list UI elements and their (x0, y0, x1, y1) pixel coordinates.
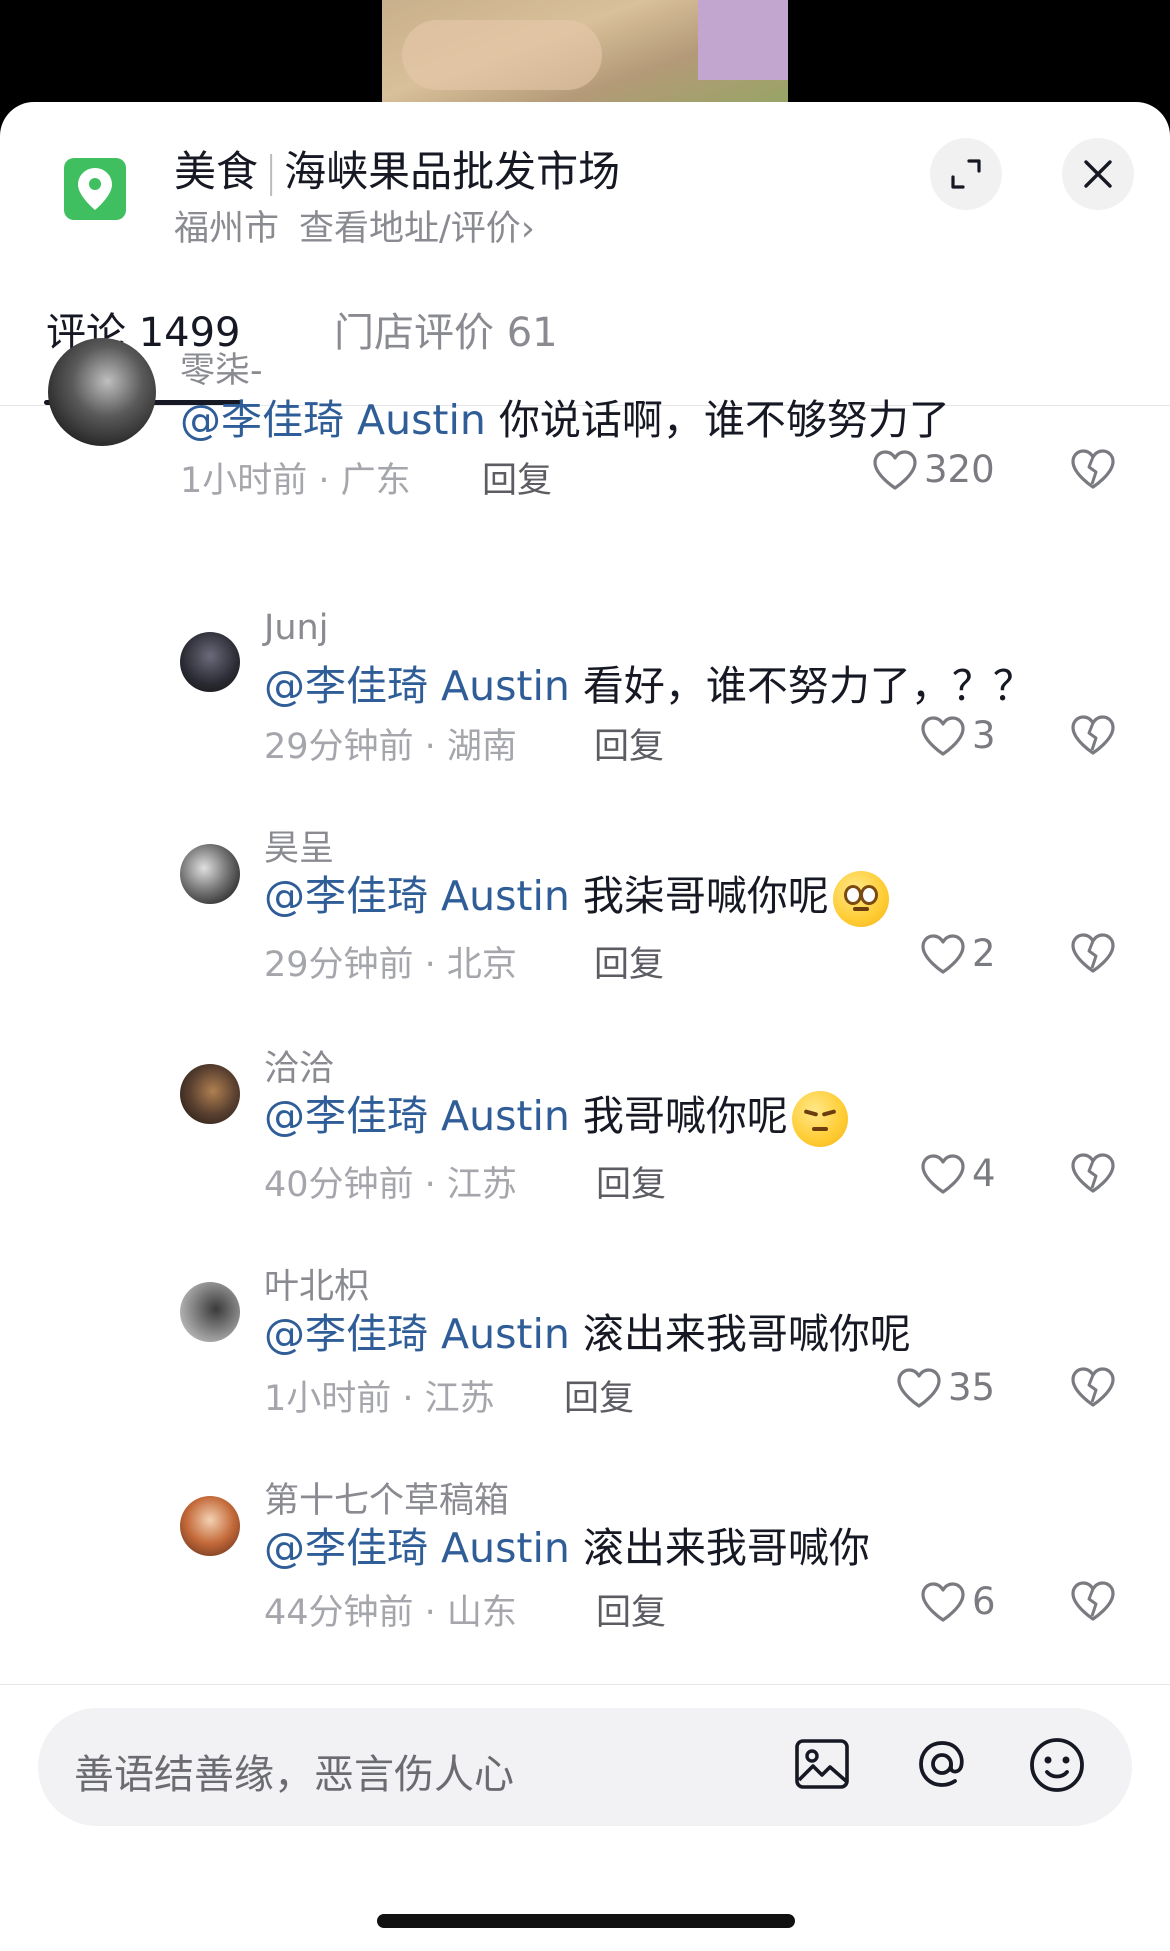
like-count: 35 (948, 1366, 996, 1409)
mention-link[interactable]: @李佳琦 Austin (264, 662, 570, 710)
tab-store-reviews[interactable]: 门店评价 61 (334, 300, 558, 358)
comment-body: 你说话啊，谁不够努力了 (485, 396, 950, 444)
reply-button[interactable]: 回复 (596, 1156, 666, 1207)
avatar[interactable] (180, 1064, 240, 1124)
avatar[interactable] (180, 844, 240, 904)
emoji-button[interactable] (1026, 1734, 1088, 1800)
close-icon (1084, 160, 1112, 188)
dislike-button[interactable] (1070, 932, 1116, 978)
dislike-button[interactable] (1070, 1366, 1116, 1412)
avatar[interactable] (180, 1496, 240, 1556)
heart-icon (921, 933, 965, 974)
title-separator: | (264, 147, 279, 196)
like-button[interactable]: 6 (920, 1580, 996, 1623)
like-count: 320 (924, 448, 995, 491)
happy-face-emoji (832, 871, 889, 927)
mention-button[interactable] (912, 1734, 972, 1798)
reply-button[interactable]: 回复 (594, 936, 664, 987)
dislike-button[interactable] (1070, 714, 1116, 760)
reply-button[interactable]: 回复 (596, 1584, 666, 1635)
dislike-button[interactable] (1070, 1580, 1116, 1626)
chevron-right-icon: › (520, 209, 535, 249)
avatar[interactable] (180, 1282, 240, 1342)
comment-input[interactable]: 善语结善缘，恶言伤人心 (38, 1708, 1132, 1826)
location-pin-icon[interactable] (64, 158, 126, 220)
comment-input-placeholder: 善语结善缘，恶言伤人心 (74, 1752, 514, 1798)
comment-text: @李佳琦 Austin 我哥喊你呢 (264, 1082, 848, 1147)
mention-link[interactable]: @李佳琦 Austin (264, 1092, 570, 1140)
expand-icon (951, 159, 981, 189)
like-button[interactable]: 3 (920, 714, 996, 757)
comment-text: @李佳琦 Austin 你说话啊，谁不够努力了 (180, 386, 950, 446)
like-count: 4 (972, 1152, 996, 1195)
like-button[interactable]: 2 (920, 932, 996, 975)
poi-subtitle[interactable]: 福州市 查看地址/评价› (174, 200, 535, 251)
mention-link[interactable]: @李佳琦 Austin (264, 1524, 570, 1572)
comments-sheet: 美食 | 海峡果品批发市场 福州市 查看地址/评价› 评论 1499 门店评价 61 … (0, 102, 1170, 1951)
reply-button[interactable]: 回复 (564, 1370, 634, 1421)
heart-icon (873, 449, 917, 490)
comment-body: 我哥喊你呢 (569, 1092, 788, 1140)
address-review-link[interactable]: 查看地址/评价 (299, 209, 521, 249)
poi-place-name: 海峡果品批发市场 (284, 147, 621, 196)
poi-category: 美食 (174, 147, 259, 196)
broken-heart-icon (1071, 715, 1115, 755)
like-count: 2 (972, 932, 996, 975)
like-button[interactable]: 4 (920, 1152, 996, 1195)
heart-icon (921, 715, 965, 756)
comment-time-location: 44分钟前 · 山东 (264, 1593, 517, 1633)
comment-time-location: 29分钟前 · 湖南 (264, 727, 517, 767)
broken-heart-icon (1071, 449, 1115, 489)
home-indicator[interactable] (377, 1914, 795, 1928)
image-picker-button[interactable] (792, 1734, 852, 1798)
poi-title[interactable]: 美食 | 海峡果品批发市场 (174, 138, 620, 199)
like-button[interactable]: 320 (872, 448, 995, 491)
avatar[interactable] (180, 632, 240, 692)
comment-time-location: 1小时前 · 江苏 (264, 1379, 495, 1419)
close-button[interactable] (1062, 138, 1134, 210)
comment-time-location: 40分钟前 · 江苏 (264, 1165, 517, 1205)
poi-city: 福州市 (174, 209, 280, 249)
comment-body: 滚出来我哥喊你呢 (569, 1310, 911, 1358)
comment-text: @李佳琦 Austin 滚出来我哥喊你 (264, 1514, 870, 1574)
like-count: 3 (972, 714, 996, 757)
comment-time-location: 29分钟前 · 北京 (264, 945, 517, 985)
dislike-button[interactable] (1070, 1152, 1116, 1198)
like-count: 6 (972, 1580, 996, 1623)
comment-body: 看好，谁不努力了，？？ (569, 662, 1034, 710)
mention-link[interactable]: @李佳琦 Austin (264, 872, 570, 920)
broken-heart-icon (1071, 1367, 1115, 1407)
mention-link[interactable]: @李佳琦 Austin (264, 1310, 570, 1358)
avatar[interactable] (48, 338, 156, 446)
broken-heart-icon (1071, 933, 1115, 973)
heart-icon (897, 1367, 941, 1408)
image-icon (795, 1739, 849, 1789)
expand-button[interactable] (930, 138, 1002, 210)
divider (0, 1684, 1170, 1685)
comment-text: @李佳琦 Austin 我柒哥喊你呢 (264, 862, 889, 927)
broken-heart-icon (1071, 1581, 1115, 1621)
dislike-button[interactable] (1070, 448, 1116, 494)
mention-link[interactable]: @李佳琦 Austin (180, 396, 486, 444)
comment-time-location: 1小时前 · 广东 (180, 461, 411, 501)
comment-text: @李佳琦 Austin 滚出来我哥喊你呢 (264, 1300, 911, 1360)
heart-icon (921, 1581, 965, 1622)
at-mention-icon (919, 1741, 964, 1787)
broken-heart-icon (1071, 1153, 1115, 1193)
comment-username[interactable]: Junj (264, 608, 328, 648)
heart-icon (921, 1153, 965, 1194)
annoyed-face-emoji (791, 1091, 848, 1147)
comment-text: @李佳琦 Austin 看好，谁不努力了，？？ (264, 652, 1034, 712)
reply-button[interactable]: 回复 (594, 718, 664, 769)
emoji-icon (1030, 1738, 1084, 1792)
reply-button[interactable]: 回复 (482, 452, 552, 503)
comment-body: 滚出来我哥喊你 (569, 1524, 870, 1572)
like-button[interactable]: 35 (896, 1366, 995, 1409)
comment-body: 我柒哥喊你呢 (569, 872, 829, 920)
